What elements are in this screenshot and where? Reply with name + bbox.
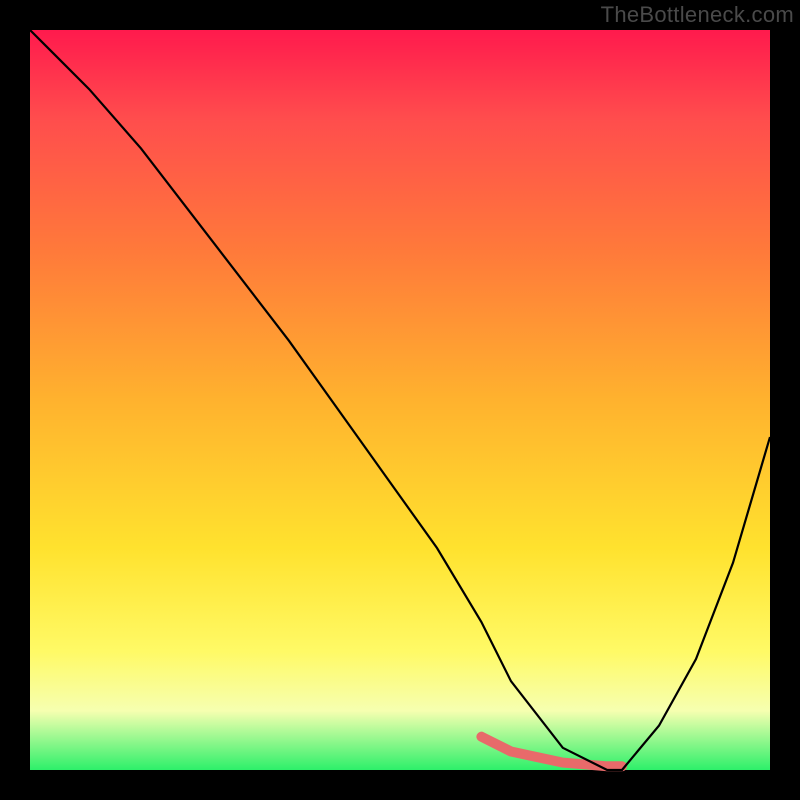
curve-layer: [30, 30, 770, 770]
highlight-segment: [481, 737, 622, 767]
plot-area: [30, 30, 770, 770]
watermark-text: TheBottleneck.com: [601, 2, 794, 28]
chart-frame: TheBottleneck.com: [0, 0, 800, 800]
main-curve: [30, 30, 770, 770]
